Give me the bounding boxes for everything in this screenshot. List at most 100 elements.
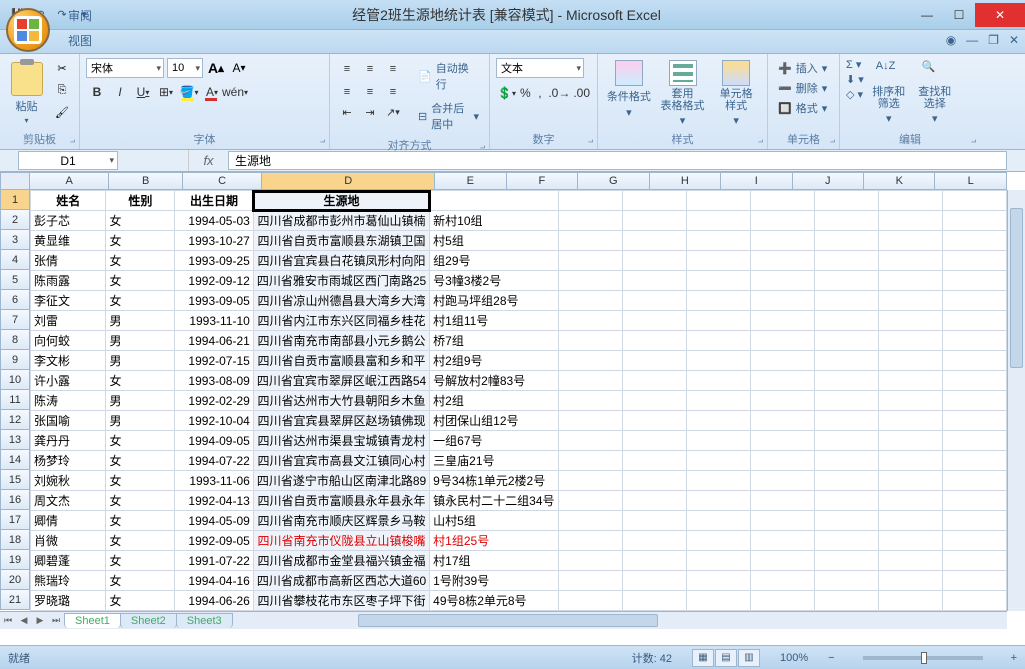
cell-F16[interactable] <box>558 491 622 511</box>
cell-A7[interactable]: 刘雷 <box>31 311 106 331</box>
cell-E20[interactable]: 1号附39号 <box>430 571 558 591</box>
cell-E11[interactable]: 村2组 <box>430 391 558 411</box>
cell-styles-button[interactable]: 单元格 样式▾ <box>711 58 761 127</box>
cell-I4[interactable] <box>750 251 814 271</box>
cell-I20[interactable] <box>750 571 814 591</box>
cell-K19[interactable] <box>878 551 942 571</box>
cell-L1[interactable] <box>942 191 1006 211</box>
cell-G13[interactable] <box>622 431 686 451</box>
cell-A12[interactable]: 张国喻 <box>31 411 106 431</box>
sheet-tab-Sheet2[interactable]: Sheet2 <box>120 613 177 628</box>
cut-icon[interactable]: ✂ <box>51 58 73 78</box>
cell-D7[interactable]: 四川省内江市东兴区同福乡桂花 <box>253 311 429 331</box>
cell-H10[interactable] <box>686 371 750 391</box>
cell-A13[interactable]: 龚丹丹 <box>31 431 106 451</box>
cell-H2[interactable] <box>686 211 750 231</box>
row-header-16[interactable]: 16 <box>0 490 30 510</box>
orientation-icon[interactable]: ↗▾ <box>382 105 404 120</box>
cell-F1[interactable] <box>558 191 622 211</box>
cell-B7[interactable]: 男 <box>106 311 175 331</box>
italic-button[interactable]: I <box>109 81 131 103</box>
fill-color-button[interactable]: 🪣▾ <box>178 81 200 103</box>
format-table-button[interactable]: 套用 表格格式▾ <box>658 58 708 127</box>
cell-A17[interactable]: 卿倩 <box>31 511 106 531</box>
cell-E17[interactable]: 山村5组 <box>430 511 558 531</box>
cell-I2[interactable] <box>750 211 814 231</box>
merge-center-button[interactable]: ⊟合并后居中▾ <box>414 98 483 134</box>
cell-L15[interactable] <box>942 471 1006 491</box>
cell-K12[interactable] <box>878 411 942 431</box>
row-header-4[interactable]: 4 <box>0 250 30 270</box>
cell-G8[interactable] <box>622 331 686 351</box>
cell-F6[interactable] <box>558 291 622 311</box>
cell-F8[interactable] <box>558 331 622 351</box>
cell-I6[interactable] <box>750 291 814 311</box>
cell-F21[interactable] <box>558 591 622 611</box>
cell-A20[interactable]: 熊瑞玲 <box>31 571 106 591</box>
row-header-14[interactable]: 14 <box>0 450 30 470</box>
align-bottom-icon[interactable]: ≡ <box>382 58 404 80</box>
cell-B10[interactable]: 女 <box>106 371 175 391</box>
col-header-B[interactable]: B <box>109 172 182 190</box>
cell-L5[interactable] <box>942 271 1006 291</box>
row-header-3[interactable]: 3 <box>0 230 30 250</box>
cell-J12[interactable] <box>814 411 878 431</box>
cell-K6[interactable] <box>878 291 942 311</box>
cell-K7[interactable] <box>878 311 942 331</box>
cell-A5[interactable]: 陈雨露 <box>31 271 106 291</box>
col-header-D[interactable]: D <box>262 172 435 190</box>
cell-G7[interactable] <box>622 311 686 331</box>
tab-视图[interactable]: 视图 <box>54 28 130 53</box>
cell-K18[interactable] <box>878 531 942 551</box>
last-sheet-icon[interactable]: ⏭ <box>48 613 64 629</box>
cell-G15[interactable] <box>622 471 686 491</box>
cell-D11[interactable]: 四川省达州市大竹县朝阳乡木鱼 <box>253 391 429 411</box>
cell-F10[interactable] <box>558 371 622 391</box>
cell-B1[interactable]: 性别 <box>106 191 175 211</box>
formula-bar[interactable]: 生源地 <box>228 151 1007 170</box>
sheet-tab-Sheet1[interactable]: Sheet1 <box>64 613 121 628</box>
phonetic-button[interactable]: wén▾ <box>224 81 246 103</box>
cell-A16[interactable]: 周文杰 <box>31 491 106 511</box>
cell-J10[interactable] <box>814 371 878 391</box>
page-layout-view-icon[interactable]: ▤ <box>715 649 737 667</box>
cell-B13[interactable]: 女 <box>106 431 175 451</box>
cell-E1[interactable] <box>430 191 558 211</box>
row-header-12[interactable]: 12 <box>0 410 30 430</box>
cell-A1[interactable]: 姓名 <box>31 191 106 211</box>
cell-H13[interactable] <box>686 431 750 451</box>
cell-K5[interactable] <box>878 271 942 291</box>
font-size-combo[interactable]: 10 <box>167 58 203 78</box>
cell-F3[interactable] <box>558 231 622 251</box>
cell-F4[interactable] <box>558 251 622 271</box>
cell-C7[interactable]: 1993-11-10 <box>175 311 254 331</box>
cell-F15[interactable] <box>558 471 622 491</box>
cell-D8[interactable]: 四川省南充市南部县小元乡鹅公 <box>253 331 429 351</box>
cell-F9[interactable] <box>558 351 622 371</box>
cell-C8[interactable]: 1994-06-21 <box>175 331 254 351</box>
cell-A3[interactable]: 黄显维 <box>31 231 106 251</box>
insert-cells-button[interactable]: ➕插入▾ <box>774 58 833 78</box>
cell-E10[interactable]: 号解放村2幢83号 <box>430 371 558 391</box>
cell-I8[interactable] <box>750 331 814 351</box>
maximize-button[interactable]: ☐ <box>943 3 975 27</box>
cell-J11[interactable] <box>814 391 878 411</box>
cell-E13[interactable]: 一组67号 <box>430 431 558 451</box>
cell-D15[interactable]: 四川省遂宁市船山区南津北路89 <box>253 471 429 491</box>
border-button[interactable]: ⊞▾ <box>155 81 177 103</box>
row-header-2[interactable]: 2 <box>0 210 30 230</box>
cell-H4[interactable] <box>686 251 750 271</box>
cell-E16[interactable]: 镇永民村二十二组34号 <box>430 491 558 511</box>
fill-icon[interactable]: ⬇ ▾ <box>846 73 864 86</box>
cell-J14[interactable] <box>814 451 878 471</box>
cell-A6[interactable]: 李征文 <box>31 291 106 311</box>
cell-G20[interactable] <box>622 571 686 591</box>
align-left-icon[interactable]: ≡ <box>336 81 358 103</box>
cell-H7[interactable] <box>686 311 750 331</box>
cell-F7[interactable] <box>558 311 622 331</box>
align-center-icon[interactable]: ≡ <box>359 81 381 103</box>
cell-J16[interactable] <box>814 491 878 511</box>
font-name-combo[interactable]: 宋体 <box>86 58 164 78</box>
cell-A19[interactable]: 卿碧蓬 <box>31 551 106 571</box>
cell-H16[interactable] <box>686 491 750 511</box>
